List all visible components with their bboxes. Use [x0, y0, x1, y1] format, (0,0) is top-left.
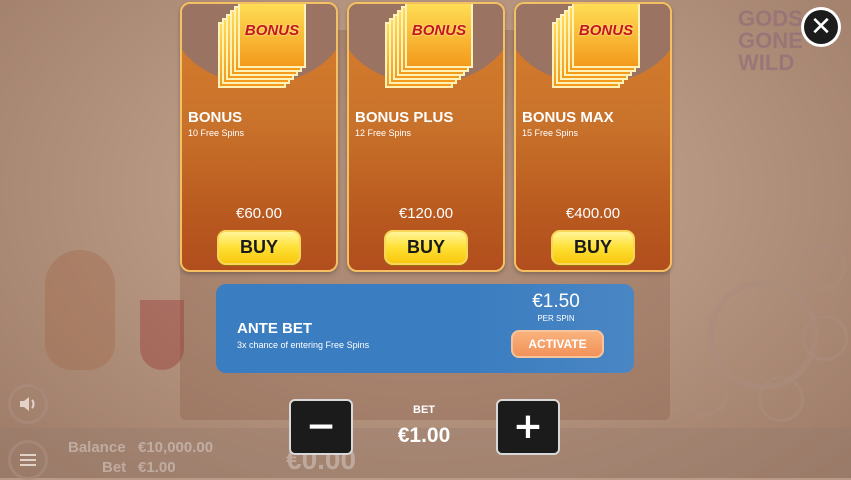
ticket-label: BONUS	[411, 22, 467, 39]
activate-button[interactable]: ACTIVATE	[511, 330, 604, 358]
autoplay-icon	[802, 315, 848, 361]
bonus-price: €400.00	[565, 205, 621, 222]
bonus-card: BONUS BONUS 10 Free Spins €60.00 BUY	[180, 2, 338, 272]
close-icon: ✕	[804, 10, 838, 44]
balance-area: Balance €10,000.00 Bet €1.00	[68, 438, 213, 478]
background-wine-glass	[140, 300, 184, 370]
bet-value: €1.00	[397, 424, 451, 447]
increase-bet-button[interactable]: +	[496, 399, 560, 455]
minus-icon: −	[305, 406, 337, 447]
bonus-subtitle: 15 Free Spins	[522, 128, 579, 138]
bonus-max-card: BONUS BONUS MAX 15 Free Spins €400.00 BU…	[514, 2, 672, 272]
menu-icon[interactable]	[8, 440, 48, 480]
bonus-price: €60.00	[236, 205, 282, 222]
bonus-subtitle: 10 Free Spins	[188, 128, 245, 138]
bet-label: BET	[413, 404, 435, 416]
background-owl	[45, 250, 115, 370]
plus-icon: +	[512, 406, 544, 447]
bonus-plus-card: BONUS BONUS PLUS 12 Free Spins €120.00 B…	[347, 2, 505, 272]
logo-line: WILD	[738, 50, 795, 75]
buy-bonus-max-button[interactable]: BUY	[551, 230, 635, 265]
bonus-price: €120.00	[398, 205, 454, 222]
bonus-tickets-image: BONUS	[218, 4, 306, 88]
buy-bonus-button[interactable]: BUY	[217, 230, 301, 265]
bonus-subtitle: 12 Free Spins	[355, 128, 412, 138]
ticket-label: BONUS	[578, 22, 634, 39]
decrease-bet-button[interactable]: −	[289, 399, 353, 455]
auto-spin-icon	[758, 376, 804, 422]
bonus-title: BONUS PLUS	[355, 109, 454, 126]
ante-bet-per-spin: PER SPIN	[537, 314, 575, 323]
turbo-icon	[800, 244, 846, 290]
ante-bet-amount: €1.50	[532, 291, 580, 312]
close-button[interactable]: ✕	[801, 7, 841, 47]
balance-label: Balance	[68, 439, 126, 456]
quick-spin-icon	[682, 370, 728, 416]
balance-value: €10,000.00	[138, 439, 214, 456]
ante-bet-description: 3x chance of entering Free Spins	[237, 340, 370, 350]
bet-status-label: Bet	[102, 459, 127, 476]
ante-bet-panel: ANTE BET 3x chance of entering Free Spin…	[216, 284, 634, 373]
bonus-title: BONUS	[188, 109, 243, 126]
ticket-label: BONUS	[244, 22, 300, 39]
bonus-tickets-image: BONUS	[552, 4, 640, 88]
bonus-tickets-image: BONUS	[385, 4, 473, 88]
bonus-title: BONUS MAX	[522, 109, 614, 126]
speaker-icon[interactable]	[8, 384, 48, 424]
ante-bet-title: ANTE BET	[237, 320, 312, 337]
buy-bonus-plus-button[interactable]: BUY	[384, 230, 468, 265]
bet-status-value: €1.00	[138, 459, 176, 476]
